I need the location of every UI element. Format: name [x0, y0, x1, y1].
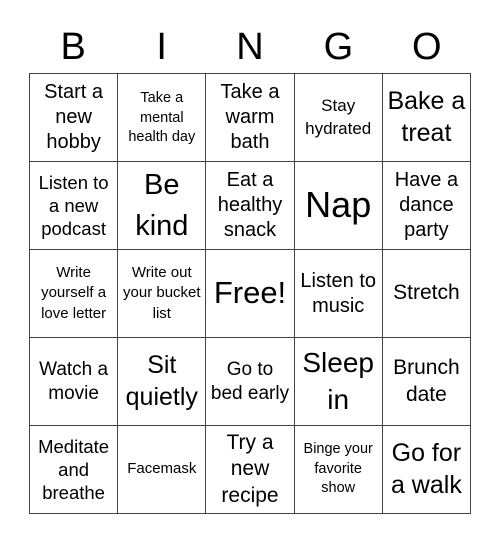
- bingo-cell[interactable]: Meditate and breathe: [30, 426, 119, 514]
- bingo-cell[interactable]: Free!: [206, 250, 295, 338]
- header-letter-i: I: [156, 26, 167, 68]
- bingo-cell[interactable]: Try a new recipe: [206, 426, 295, 514]
- header-letter-o: O: [412, 26, 442, 68]
- bingo-header: B I N G O: [29, 22, 471, 72]
- bingo-cell[interactable]: Watch a movie: [30, 338, 119, 426]
- bingo-cell[interactable]: Go for a walk: [382, 426, 471, 514]
- bingo-cell[interactable]: Be kind: [118, 162, 207, 250]
- header-letter-b: B: [60, 26, 86, 68]
- bingo-cell[interactable]: Have a dance party: [382, 162, 471, 250]
- bingo-cell[interactable]: Take a warm bath: [206, 74, 295, 162]
- bingo-cell[interactable]: Sit quietly: [118, 338, 207, 426]
- bingo-cell[interactable]: Stretch: [382, 250, 471, 338]
- bingo-cell[interactable]: Facemask: [118, 426, 207, 514]
- bingo-cell[interactable]: Start a new hobby: [30, 74, 119, 162]
- header-letter-g: G: [323, 26, 354, 68]
- header-letter-n: N: [236, 26, 264, 68]
- bingo-grid: Start a new hobby Take a mental health d…: [29, 73, 471, 514]
- bingo-cell[interactable]: Write yourself a love letter: [30, 250, 119, 338]
- bingo-cell[interactable]: Stay hydrated: [294, 74, 383, 162]
- bingo-cell[interactable]: Eat a healthy snack: [206, 162, 295, 250]
- bingo-cell[interactable]: Take a mental health day: [118, 74, 207, 162]
- bingo-cell[interactable]: Binge your favorite show: [294, 426, 383, 514]
- bingo-cell[interactable]: Listen to music: [294, 250, 383, 338]
- bingo-cell[interactable]: Go to bed early: [206, 338, 295, 426]
- bingo-cell[interactable]: Write out your bucket list: [118, 250, 207, 338]
- bingo-cell[interactable]: Bake a treat: [382, 74, 471, 162]
- bingo-cell[interactable]: Sleep in: [294, 338, 383, 426]
- bingo-cell[interactable]: Nap: [294, 162, 383, 250]
- bingo-cell[interactable]: Listen to a new podcast: [30, 162, 119, 250]
- bingo-cell[interactable]: Brunch date: [382, 338, 471, 426]
